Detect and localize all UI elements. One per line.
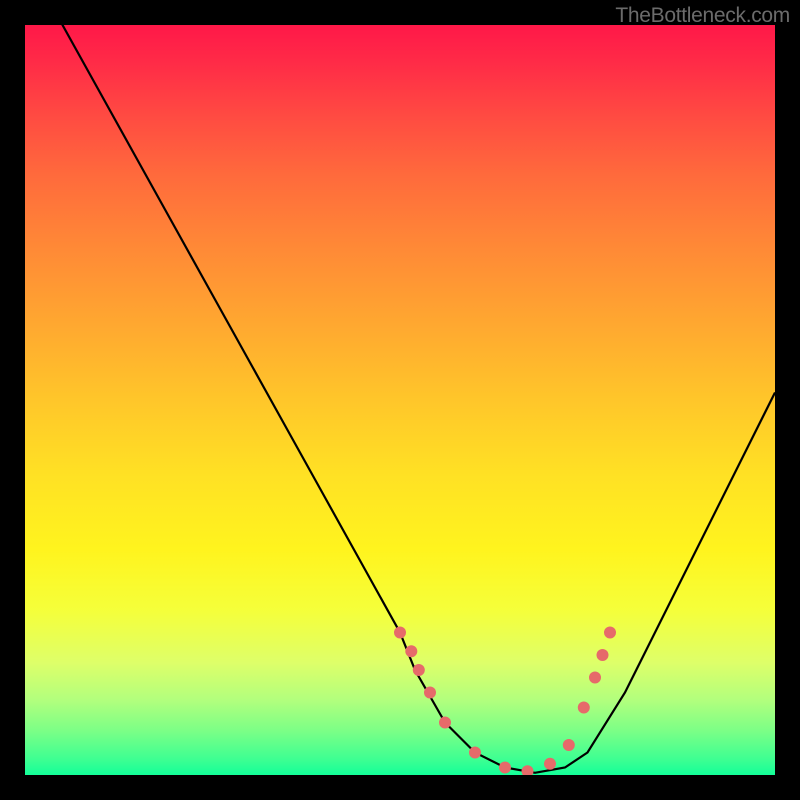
marker-dot [563,739,575,751]
marker-dot [522,765,534,775]
marker-dot [597,649,609,661]
marker-dot [405,645,417,657]
marker-dot [439,717,451,729]
marker-dot [604,627,616,639]
marker-dot [544,758,556,770]
marker-dot [578,702,590,714]
marker-dot [413,664,425,676]
chart-container: TheBottleneck.com [0,0,800,800]
chart-svg [25,25,775,775]
marker-dot [424,687,436,699]
curve-line [25,25,775,773]
plot-area [25,25,775,775]
marker-dot [394,627,406,639]
marker-dot [469,747,481,759]
marker-dot [589,672,601,684]
marker-dot [499,762,511,774]
marker-dots [394,627,616,776]
